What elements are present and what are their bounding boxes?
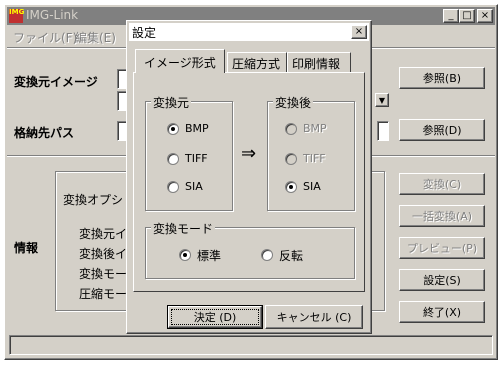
- exit-button[interactable]: 終了(X): [399, 301, 485, 323]
- menu-file[interactable]: ファイル(F): [13, 29, 77, 46]
- batch-convert-button[interactable]: 一括変換(A): [399, 205, 485, 227]
- dest-path-field-right[interactable]: [377, 121, 389, 141]
- menu-edit[interactable]: 編集(E): [75, 29, 116, 46]
- info-row-source: 変換元イ: [79, 227, 128, 241]
- source-radio-bmp[interactable]: [167, 123, 179, 135]
- mode-radio-standard[interactable]: [179, 249, 191, 261]
- ok-button-face: 決定 (D): [168, 306, 262, 328]
- info-label: 情報: [14, 241, 39, 255]
- mode-option-invert: 反転: [279, 249, 304, 263]
- target-option-bmp: BMP: [303, 122, 327, 135]
- target-option-sia: SIA: [303, 180, 321, 193]
- convert-button[interactable]: 変換(C): [399, 173, 485, 195]
- browse-source-button[interactable]: 参照(B): [399, 67, 485, 89]
- info-row-compression: 圧縮モー: [79, 287, 128, 301]
- source-group-title: 変換元: [151, 94, 192, 111]
- target-radio-sia[interactable]: [285, 181, 297, 193]
- main-title: IMG-Link: [26, 8, 79, 22]
- dialog-title-bar: 設定 ×: [129, 23, 369, 41]
- cancel-button[interactable]: キャンセル (C): [265, 305, 363, 329]
- convert-options-label: 変換オプシ: [63, 193, 124, 207]
- target-group-title: 変換後: [273, 94, 314, 111]
- dialog-title: 設定: [132, 26, 157, 40]
- ok-button[interactable]: 決定 (D): [167, 305, 263, 329]
- target-radio-tiff[interactable]: [285, 153, 297, 165]
- tab-compression[interactable]: 圧縮方式: [227, 52, 287, 72]
- browse-dest-button[interactable]: 参照(D): [399, 119, 485, 141]
- source-radio-sia[interactable]: [167, 181, 179, 193]
- source-option-sia: SIA: [185, 180, 203, 193]
- dialog-close-icon[interactable]: ×: [351, 25, 367, 39]
- mode-option-standard: 標準: [197, 249, 222, 263]
- maximize-button[interactable]: □: [459, 9, 475, 23]
- source-image-label: 変換元イメージ: [14, 75, 98, 89]
- status-bar: [9, 335, 493, 355]
- tab-image-format[interactable]: イメージ形式: [135, 49, 225, 73]
- mode-radio-invert[interactable]: [261, 249, 273, 261]
- convert-arrow-icon: ⇒: [241, 143, 257, 164]
- preview-button[interactable]: プレビュー(P): [399, 237, 485, 259]
- minimize-button[interactable]: _: [443, 9, 459, 23]
- close-button[interactable]: ×: [477, 9, 493, 23]
- settings-button[interactable]: 設定(S): [399, 269, 485, 291]
- source-radio-tiff[interactable]: [167, 153, 179, 165]
- info-row-target: 変換後イ: [79, 247, 128, 261]
- info-row-mode: 変換モー: [79, 267, 128, 281]
- tab-compression-label: 圧縮方式: [232, 57, 281, 71]
- dropdown-chevron-icon[interactable]: ▼: [375, 93, 389, 107]
- tab-print-info-label: 印刷情報: [292, 57, 341, 71]
- tab-print-info[interactable]: 印刷情報: [287, 52, 351, 72]
- source-option-tiff: TIFF: [185, 152, 208, 165]
- target-radio-bmp[interactable]: [285, 123, 297, 135]
- app-logo-icon: IMG: [9, 9, 24, 23]
- tab-image-format-label: イメージ形式: [144, 56, 216, 70]
- settings-dialog: 設定 × イメージ形式 圧縮方式 印刷情報 変換元 BMP TIFF SIA ⇒…: [126, 20, 372, 334]
- source-option-bmp: BMP: [185, 122, 209, 135]
- dest-path-label: 格納先パス: [14, 126, 75, 140]
- target-option-tiff: TIFF: [303, 152, 326, 165]
- mode-group-title: 変換モード: [151, 220, 216, 237]
